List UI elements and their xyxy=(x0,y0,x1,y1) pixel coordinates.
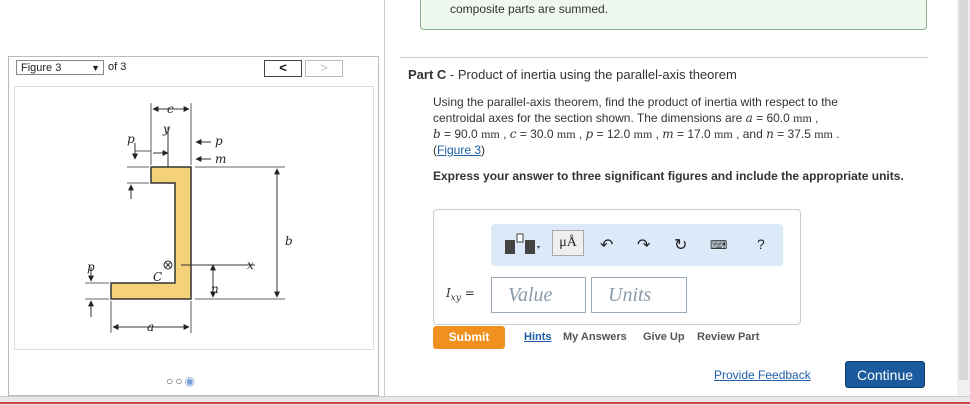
figure-select-value: Figure 3 xyxy=(21,62,62,74)
label-p-left: p xyxy=(87,260,95,274)
figure-link[interactable]: Figure 3 xyxy=(437,143,481,157)
continue-button[interactable]: Continue xyxy=(845,361,925,388)
val-c: = 30.0 xyxy=(516,127,557,141)
prev-figure-button[interactable]: < xyxy=(264,60,302,77)
figure-pager-dots[interactable]: ○○◉ xyxy=(166,374,197,388)
figure-select[interactable]: Figure 3 ▼ xyxy=(16,60,104,75)
part-separator: - xyxy=(446,67,458,82)
chevron-down-icon: ▼ xyxy=(91,63,100,73)
undo-icon[interactable]: ↶ xyxy=(600,235,613,255)
current-dot-icon: ◉ xyxy=(184,374,197,388)
redo-icon[interactable]: ↷ xyxy=(637,235,650,255)
label-n: n xyxy=(211,282,219,296)
submit-button[interactable]: Submit xyxy=(433,326,505,349)
keyboard-icon[interactable]: ⌨ xyxy=(710,238,727,252)
sym-b: b xyxy=(433,127,441,141)
give-up-link[interactable]: Give Up xyxy=(643,331,685,343)
provide-feedback-link[interactable]: Provide Feedback xyxy=(714,368,811,382)
reset-icon[interactable]: ↻ xyxy=(674,235,687,255)
help-button[interactable]: ? xyxy=(757,236,765,252)
desc-line2: centroidal axes for the section shown. T… xyxy=(433,111,743,125)
part-title-text: Product of inertia using the parallel-ax… xyxy=(457,67,737,82)
label-m: m xyxy=(215,152,226,166)
answer-instructions: Express your answer to three significant… xyxy=(433,169,904,183)
unit-p: mm xyxy=(633,127,653,141)
unit-a: mm xyxy=(793,111,812,125)
label-a: a xyxy=(147,320,154,334)
hints-link[interactable]: Hints xyxy=(524,331,552,343)
unit-c: mm xyxy=(556,127,576,141)
sym-n: n xyxy=(766,127,774,141)
val-p: = 12.0 xyxy=(593,127,634,141)
label-p-top-right: p xyxy=(215,134,223,148)
value-input[interactable]: Value xyxy=(491,277,586,313)
section-diagram: c y p p m b p C x n a xyxy=(85,102,293,334)
scrollbar-thumb[interactable] xyxy=(959,0,968,380)
unit-n: mm xyxy=(814,127,833,141)
part-title: Part C - Product of inertia using the pa… xyxy=(408,67,737,82)
label-c: c xyxy=(167,102,174,116)
val-b: = 90.0 xyxy=(440,127,482,141)
label-b: b xyxy=(285,234,293,248)
z-section-shape xyxy=(110,166,192,300)
answer-label: Ixy = xyxy=(446,286,475,303)
my-answers-link[interactable]: My Answers xyxy=(563,331,627,343)
val-m: = 17.0 xyxy=(673,127,715,141)
review-part-link[interactable]: Review Part xyxy=(697,331,759,343)
part-prefix: Part C xyxy=(408,67,447,82)
answer-label-sub: xy xyxy=(450,293,461,304)
problem-description: Using the parallel-axis theorem, find th… xyxy=(433,95,840,157)
desc-line1: Using the parallel-axis theorem, find th… xyxy=(433,95,838,109)
templates-icon[interactable] xyxy=(503,232,541,256)
figure-image: c y p p m b p C x n a xyxy=(14,86,374,350)
panel-divider xyxy=(384,0,385,404)
label-centroid: C xyxy=(153,270,162,284)
label-x: x xyxy=(247,258,254,272)
unit-m: mm xyxy=(714,127,733,141)
sym-m: m xyxy=(662,127,674,141)
part-divider xyxy=(400,57,928,58)
val-n: = 37.5 xyxy=(773,127,815,141)
label-p-top-left: p xyxy=(127,132,135,146)
figure-count-label: of 3 xyxy=(108,61,127,73)
units-symbol-button[interactable]: μÅ xyxy=(552,230,584,256)
answer-label-eq: = xyxy=(460,286,475,300)
next-figure-button[interactable]: > xyxy=(305,60,343,77)
label-y: y xyxy=(162,122,170,136)
val-a: = 60.0 xyxy=(752,111,794,125)
unit-b: mm xyxy=(481,127,500,141)
units-input[interactable]: Units xyxy=(591,277,687,313)
sym-a: a xyxy=(745,111,753,125)
previous-feedback-text: composite parts are summed. xyxy=(450,2,609,16)
desc-and: and xyxy=(739,127,767,141)
